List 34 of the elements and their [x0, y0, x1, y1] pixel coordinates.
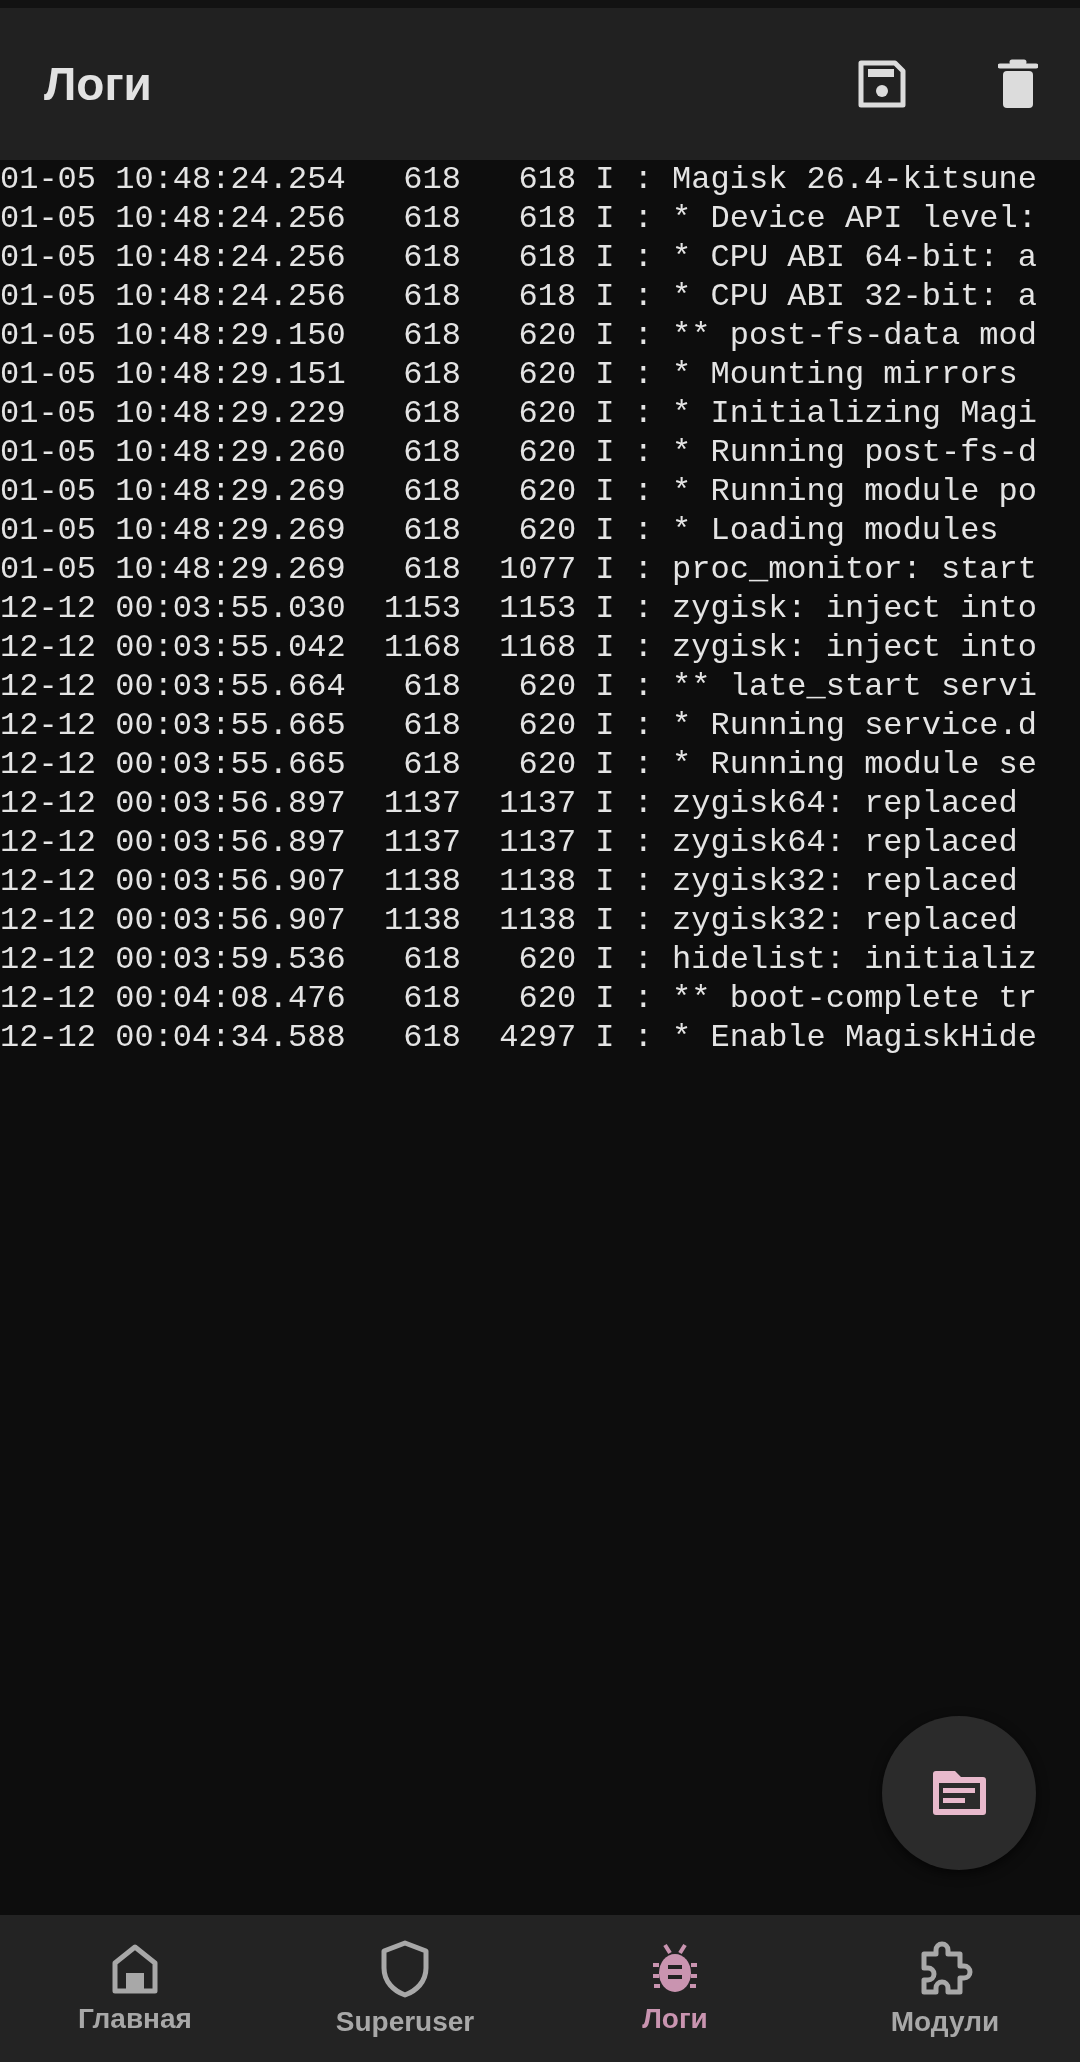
folder-icon — [931, 1770, 987, 1816]
log-line: 12-12 00:03:55.030 1153 1153 I : zygisk: inject into — [0, 589, 1038, 628]
log-line: 12-12 00:03:55.665 618 620 I : * Running service.d — [0, 706, 1038, 745]
log-line: 01-05 10:48:29.150 618 620 I : ** post-fs-data mod — [0, 316, 1038, 355]
log-line: 12-12 00:03:55.042 1168 1168 I : zygisk: inject into — [0, 628, 1038, 667]
log-line: 01-05 10:48:24.254 618 618 I : Magisk 26.4-kitsune — [0, 160, 1038, 199]
nav-tab[interactable]: Главная — [0, 1915, 270, 2062]
log-line: 12-12 00:03:56.907 1138 1138 I : zygisk32: replaced — [0, 901, 1019, 940]
log-line: 01-05 10:48:24.256 618 618 I : * CPU ABI 64-bit: a — [0, 238, 1038, 277]
bug-icon — [652, 1942, 698, 1995]
shield-icon — [380, 1939, 430, 1998]
log-line: 12-12 00:03:56.907 1138 1138 I : zygisk32: replaced — [0, 862, 1019, 901]
nav-tab[interactable]: Superuser — [270, 1915, 540, 2062]
home-icon — [110, 1942, 160, 1995]
log-line: 01-05 10:48:29.260 618 620 I : * Running post-fs-d — [0, 433, 1038, 472]
save-icon — [857, 59, 907, 109]
log-line: 01-05 10:48:29.269 618 620 I : * Loading modules — [0, 511, 1000, 550]
log-line: 12-12 00:04:08.476 618 620 I : ** boot-complete tr — [0, 979, 1038, 1018]
log-line: 12-12 00:04:34.588 618 4297 I : * Enable MagiskHide — [0, 1018, 1038, 1057]
log-line: 12-12 00:03:55.664 618 620 I : ** late_start servi — [0, 667, 1038, 706]
nav-tab[interactable]: Модули — [810, 1915, 1080, 2062]
log-line: 01-05 10:48:24.256 618 618 I : * Device API level: — [0, 199, 1038, 238]
trash-icon — [998, 59, 1038, 109]
log-line: 12-12 00:03:56.897 1137 1137 I : zygisk64: replaced — [0, 784, 1019, 823]
nav-tab[interactable]: Логи — [540, 1915, 810, 2062]
screen-title: Логи — [44, 57, 153, 111]
log-line: 01-05 10:48:29.151 618 620 I : * Mounting mirrors — [0, 355, 1019, 394]
log-line: 12-12 00:03:55.665 618 620 I : * Running module se — [0, 745, 1038, 784]
log-line: 12-12 00:03:59.536 618 620 I : hidelist: initializ — [0, 940, 1038, 979]
log-line: 01-05 10:48:29.269 618 620 I : * Running module po — [0, 472, 1038, 511]
log-line: 12-12 00:03:56.897 1137 1137 I : zygisk64: replaced — [0, 823, 1019, 862]
log-line: 01-05 10:48:29.229 618 620 I : * Initializing Magi — [0, 394, 1038, 433]
log-line: 01-05 10:48:29.269 618 1077 I : proc_monitor: start — [0, 550, 1038, 589]
log-line: 01-05 10:48:24.256 618 618 I : * CPU ABI 32-bit: a — [0, 277, 1038, 316]
